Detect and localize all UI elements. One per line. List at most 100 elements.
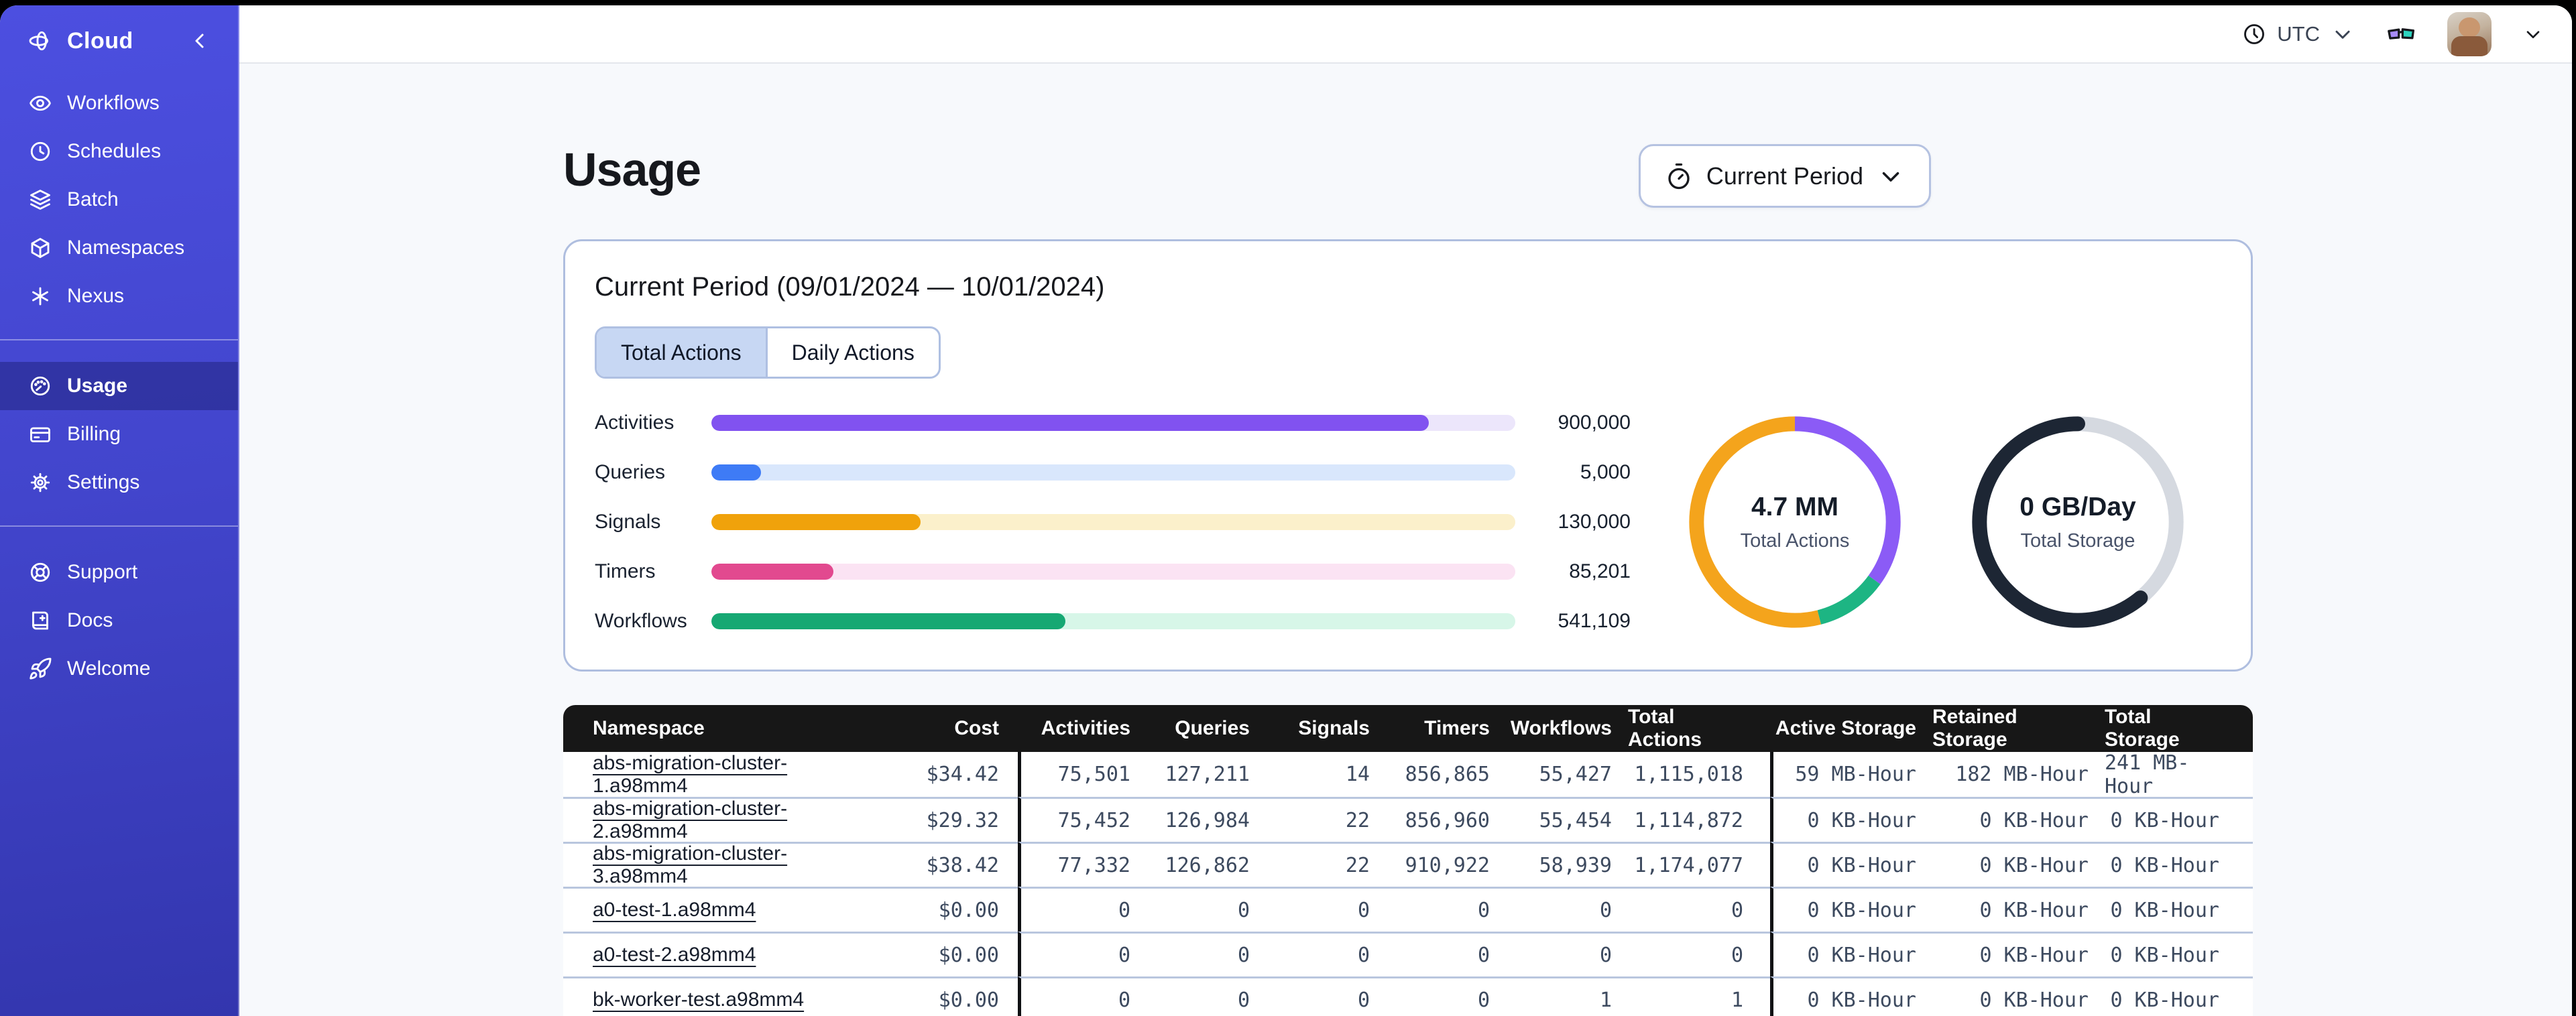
column-header-cost: Cost xyxy=(858,705,1018,752)
topbar: UTC xyxy=(239,5,2572,64)
donut-total-storage: 0 GB/Day Total Storage xyxy=(1960,404,2196,640)
donut-charts: 4.7 MM Total Actions 0 GB/Day Total Storage xyxy=(1677,404,2221,640)
namespace-link[interactable]: abs-migration-cluster-1.a98mm4 xyxy=(593,752,842,798)
bar-label: Workflows xyxy=(595,610,687,632)
column-header-activities: Activities xyxy=(1018,705,1147,752)
bar-label: Timers xyxy=(595,560,656,582)
table-cell: 0 KB-Hour xyxy=(1932,887,2105,932)
table-cell: 0 xyxy=(1628,887,1770,932)
timezone-label: UTC xyxy=(2277,21,2320,46)
main-area: UTC Usage Current Period Current Period … xyxy=(239,5,2572,1016)
sidebar-item-billing[interactable]: Billing xyxy=(0,410,238,458)
namespace-link[interactable]: abs-migration-cluster-2.a98mm4 xyxy=(593,798,842,843)
bar-track xyxy=(711,613,1515,629)
namespace-link[interactable]: abs-migration-cluster-3.a98mm4 xyxy=(593,842,842,888)
usage-charts: Activities 900,000 Queries 5,000 Signals 130,… xyxy=(595,404,2221,640)
sidebar-item-workflows[interactable]: Workflows xyxy=(0,79,238,127)
table-cell: 1 xyxy=(1506,976,1628,1016)
sidebar-item-batch[interactable]: Batch xyxy=(0,176,238,224)
chevron-left-icon xyxy=(195,34,204,48)
bar-value: 900,000 xyxy=(1558,411,1631,434)
sidebar-item-support[interactable]: Support xyxy=(0,548,238,596)
bar-fill xyxy=(711,613,1065,629)
user-menu-button[interactable] xyxy=(2522,23,2544,45)
namespace-link[interactable]: a0-test-2.a98mm4 xyxy=(593,944,756,966)
page-title: Usage xyxy=(563,143,701,196)
column-header-total-storage: Total Storage xyxy=(2105,705,2253,752)
table-cell: 0 KB-Hour xyxy=(1770,932,1932,976)
bar-fill xyxy=(711,415,1429,431)
sidebar-item-welcome[interactable]: Welcome xyxy=(0,645,238,693)
namespace-cell: abs-migration-cluster-1.a98mm4 xyxy=(563,752,858,797)
namespace-link[interactable]: bk-worker-test.a98mm4 xyxy=(593,989,804,1011)
donut-center: 4.7 MM Total Actions xyxy=(1677,404,1913,640)
bar-row-workflows: Workflows 541,109 xyxy=(595,610,1631,633)
table-cell: 1,174,077 xyxy=(1628,842,1770,887)
sidebar-item-schedules[interactable]: Schedules xyxy=(0,127,238,176)
donut-label: Total Storage xyxy=(2020,529,2135,552)
sidebar-divider xyxy=(0,525,238,527)
period-selector-button[interactable]: Current Period xyxy=(1638,144,1931,208)
sidebar-item-label: Settings xyxy=(67,471,140,493)
sidebar-item-label: Welcome xyxy=(67,657,151,680)
table-cell: 0 KB-Hour xyxy=(2105,797,2253,842)
tab-daily-actions[interactable]: Daily Actions xyxy=(765,328,939,377)
avatar[interactable] xyxy=(2447,11,2492,56)
table-cell: 0 KB-Hour xyxy=(2105,976,2253,1016)
workflows-icon xyxy=(28,91,52,115)
table-cell: 0 xyxy=(1018,887,1147,932)
bar-value: 130,000 xyxy=(1558,511,1631,533)
table-cell: 1 xyxy=(1628,976,1770,1016)
column-header-signals: Signals xyxy=(1266,705,1386,752)
sidebar-nav: Workflows Schedules Batch Namespaces Nexus Us… xyxy=(0,76,238,696)
table-cell: 22 xyxy=(1266,797,1386,842)
bar-value: 85,201 xyxy=(1569,560,1631,582)
donut-value: 4.7 MM xyxy=(1751,492,1839,521)
donut-value: 0 GB/Day xyxy=(2019,492,2136,521)
table-cell: 0 xyxy=(1386,887,1506,932)
table-cell: 55,454 xyxy=(1506,797,1628,842)
sidebar-item-label: Usage xyxy=(67,375,128,397)
actions-tabs: Total Actions Daily Actions xyxy=(595,326,941,379)
bar-row-queries: Queries 5,000 xyxy=(595,461,1631,484)
timezone-selector[interactable]: UTC xyxy=(2242,22,2355,46)
tab-total-actions[interactable]: Total Actions xyxy=(597,328,766,377)
chevron-down-icon xyxy=(2526,30,2540,38)
table-cell: 0 KB-Hour xyxy=(2105,887,2253,932)
table-cell: 1,114,872 xyxy=(1628,797,1770,842)
table-cell: 0 xyxy=(1386,976,1506,1016)
sidebar-item-settings[interactable]: Settings xyxy=(0,458,238,507)
sidebar-group: Usage Billing Settings xyxy=(0,359,238,509)
table-cell: 77,332 xyxy=(1018,842,1147,887)
sidebar-item-label: Namespaces xyxy=(67,237,185,259)
bar-value: 5,000 xyxy=(1580,461,1631,483)
table-cell: 0 xyxy=(1018,932,1147,976)
feedback-button[interactable] xyxy=(2386,19,2416,50)
bar-track xyxy=(711,564,1515,580)
usage-icon xyxy=(28,374,52,398)
table-cell: 0 xyxy=(1018,976,1147,1016)
bar-row-timers: Timers 85,201 xyxy=(595,560,1631,583)
table-cell: 55,427 xyxy=(1506,752,1628,797)
table-cell: 0 KB-Hour xyxy=(2105,842,2253,887)
table-cell: 0 KB-Hour xyxy=(1770,976,1932,1016)
sidebar-collapse-button[interactable] xyxy=(188,29,213,53)
sidebar-item-docs[interactable]: Docs xyxy=(0,596,238,645)
bar-label: Queries xyxy=(595,461,666,483)
table-cell: 75,452 xyxy=(1018,797,1147,842)
sidebar: Cloud Workflows Schedules Batch Namespaces N… xyxy=(0,5,239,1016)
sidebar-item-namespaces[interactable]: Namespaces xyxy=(0,224,238,272)
sidebar-item-nexus[interactable]: Nexus xyxy=(0,272,238,320)
nexus-icon xyxy=(28,284,52,308)
table-cell: 0 xyxy=(1147,976,1266,1016)
bar-row-signals: Signals 130,000 xyxy=(595,511,1631,533)
namespace-link[interactable]: a0-test-1.a98mm4 xyxy=(593,899,756,922)
sidebar-item-usage[interactable]: Usage xyxy=(0,362,238,410)
table-cell: 0 KB-Hour xyxy=(1770,887,1932,932)
table-cell: 127,211 xyxy=(1147,752,1266,797)
docs-icon xyxy=(28,609,52,633)
table-cell: 0 KB-Hour xyxy=(1932,932,2105,976)
schedules-icon xyxy=(28,139,52,164)
bar-fill xyxy=(711,564,834,580)
column-header-retained-storage: Retained Storage xyxy=(1932,705,2105,752)
